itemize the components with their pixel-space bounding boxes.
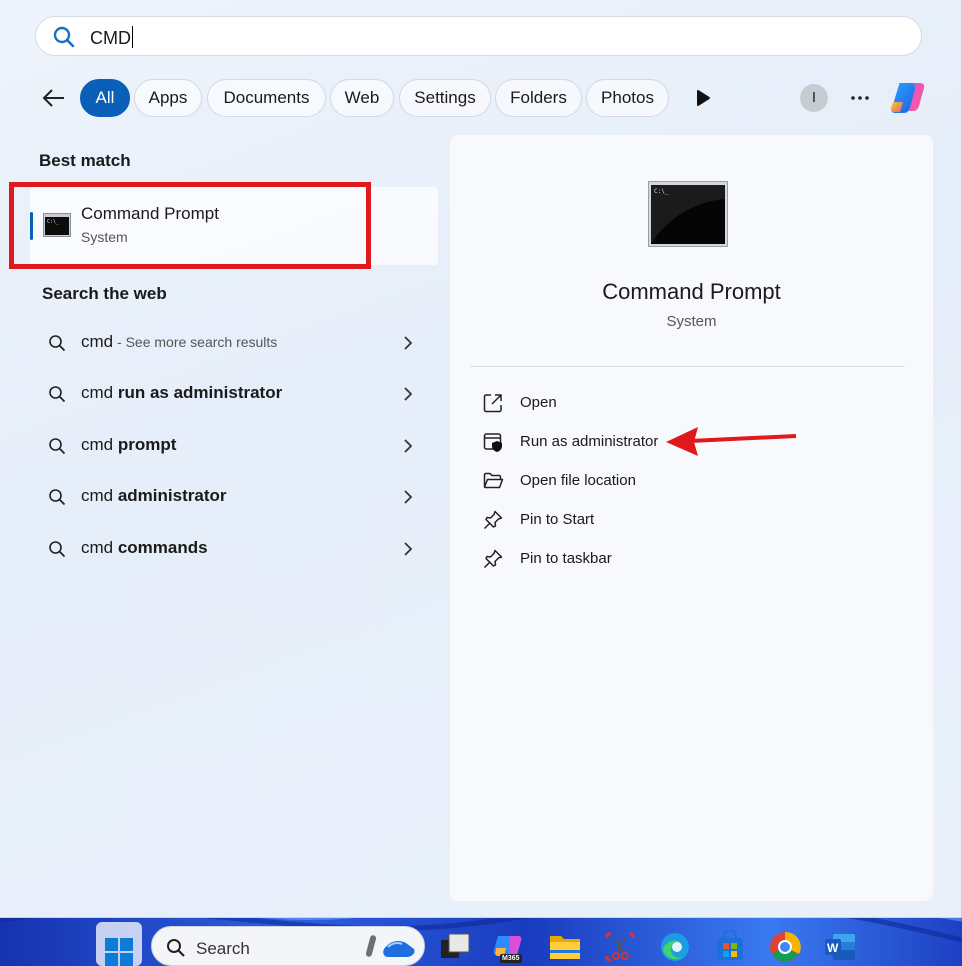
start-button[interactable] bbox=[96, 922, 142, 966]
action-label: Pin to taskbar bbox=[520, 550, 612, 567]
command-prompt-icon: C:\_ bbox=[648, 181, 728, 247]
preview-title: Command Prompt bbox=[602, 279, 781, 304]
windows-start-icon bbox=[105, 938, 133, 966]
pin-icon bbox=[483, 549, 503, 569]
copilot-icon[interactable] bbox=[889, 80, 927, 116]
chevron-right-icon bbox=[404, 439, 413, 453]
web-result-prefix: cmd bbox=[81, 383, 118, 402]
search-icon bbox=[53, 26, 75, 48]
taskbar: Search M365 W bbox=[0, 918, 962, 966]
search-query: CMD bbox=[90, 28, 131, 48]
svg-text:W: W bbox=[827, 941, 839, 955]
store-icon[interactable] bbox=[713, 930, 747, 964]
chevron-right-icon bbox=[404, 387, 413, 401]
search-icon bbox=[49, 386, 66, 403]
web-result[interactable]: cmd commands bbox=[30, 526, 438, 572]
user-avatar[interactable]: I bbox=[800, 84, 828, 112]
word-icon[interactable]: W bbox=[823, 930, 857, 964]
task-view-icon[interactable] bbox=[438, 930, 472, 964]
best-match-heading: Best match bbox=[39, 151, 131, 170]
start-search-panel: CMD All Apps Documents Web Settings Fold… bbox=[0, 0, 962, 918]
m365-copilot-icon[interactable]: M365 bbox=[492, 930, 526, 964]
filter-all[interactable]: All bbox=[80, 79, 130, 117]
filter-settings[interactable]: Settings bbox=[399, 79, 491, 117]
divider bbox=[470, 366, 905, 367]
open-external-icon bbox=[483, 394, 502, 413]
m365-badge: M365 bbox=[500, 954, 522, 963]
chevron-right-icon bbox=[404, 336, 413, 350]
web-result-prefix: cmd bbox=[81, 538, 118, 557]
web-result-suffix: - See more search results bbox=[113, 334, 278, 350]
file-explorer-icon[interactable] bbox=[548, 930, 582, 964]
action-label: Open bbox=[520, 394, 557, 411]
play-more-filters-icon[interactable] bbox=[692, 88, 714, 108]
search-input[interactable]: CMD bbox=[35, 16, 922, 56]
web-result-bold: administrator bbox=[117, 486, 227, 505]
search-icon bbox=[49, 541, 66, 558]
pin-icon bbox=[483, 510, 503, 530]
search-highlight-icon bbox=[365, 935, 415, 957]
web-result-prefix: cmd bbox=[81, 486, 118, 505]
snipping-tool-icon[interactable] bbox=[603, 930, 637, 964]
back-arrow-icon[interactable] bbox=[40, 84, 68, 112]
text-caret bbox=[132, 26, 133, 48]
action-open-file-location[interactable]: Open file location bbox=[482, 466, 782, 496]
highlight-box bbox=[9, 182, 371, 269]
action-label: Run as administrator bbox=[520, 433, 659, 450]
filter-apps[interactable]: Apps bbox=[134, 79, 202, 117]
taskbar-search-box[interactable]: Search bbox=[151, 926, 425, 966]
web-result[interactable]: cmd run as administrator bbox=[30, 371, 438, 417]
edge-icon[interactable] bbox=[658, 930, 692, 964]
web-result-prefix: cmd bbox=[81, 435, 118, 454]
web-result[interactable]: cmd - See more search results bbox=[30, 320, 438, 366]
web-result-bold: run as administrator bbox=[117, 383, 283, 402]
search-icon bbox=[49, 489, 66, 506]
shield-window-icon bbox=[483, 433, 502, 452]
web-result-bold: prompt bbox=[117, 435, 177, 454]
web-result[interactable]: cmd administrator bbox=[30, 474, 438, 520]
more-options-icon[interactable] bbox=[848, 86, 872, 110]
filter-documents[interactable]: Documents bbox=[207, 79, 326, 117]
chevron-right-icon bbox=[404, 490, 413, 504]
action-label: Open file location bbox=[520, 472, 636, 489]
web-result[interactable]: cmd prompt bbox=[30, 423, 438, 469]
preview-subtitle: System bbox=[666, 313, 717, 330]
search-icon bbox=[49, 335, 66, 352]
search-icon bbox=[49, 438, 66, 455]
annotation-arrow-icon bbox=[666, 427, 797, 456]
action-pin-to-taskbar[interactable]: Pin to taskbar bbox=[482, 544, 782, 574]
action-label: Pin to Start bbox=[520, 511, 595, 528]
web-result-prefix: cmd bbox=[81, 332, 114, 351]
search-icon bbox=[167, 939, 185, 957]
chrome-icon[interactable] bbox=[768, 930, 802, 964]
filter-web[interactable]: Web bbox=[330, 79, 394, 117]
action-pin-to-start[interactable]: Pin to Start bbox=[482, 505, 782, 535]
chevron-right-icon bbox=[404, 542, 413, 556]
action-open[interactable]: Open bbox=[482, 388, 782, 418]
folder-open-icon bbox=[483, 472, 504, 489]
taskbar-search-label: Search bbox=[196, 939, 250, 958]
search-web-heading: Search the web bbox=[42, 284, 167, 303]
svg-text:C:\_: C:\_ bbox=[654, 188, 669, 195]
filter-photos[interactable]: Photos bbox=[586, 79, 669, 117]
filter-folders[interactable]: Folders bbox=[495, 79, 582, 117]
web-result-bold: commands bbox=[117, 538, 208, 557]
preview-pane: C:\_ Command Prompt System Open Run as a… bbox=[450, 135, 933, 901]
